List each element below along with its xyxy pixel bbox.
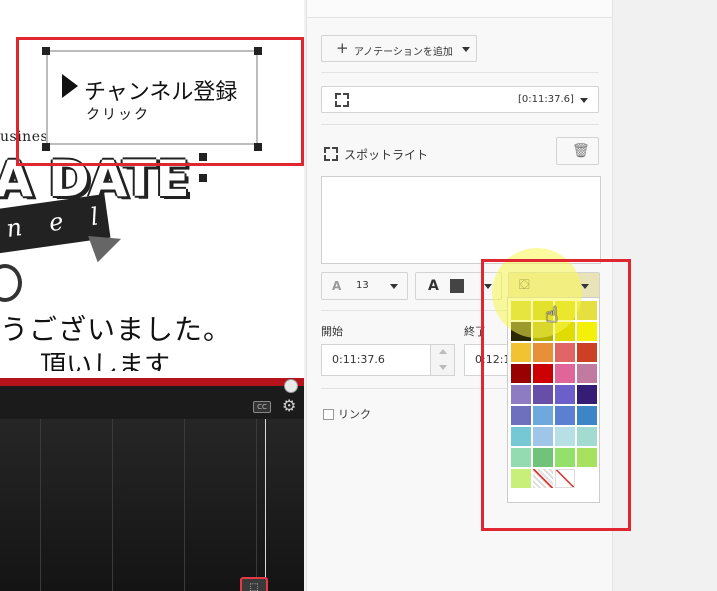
- gear-icon[interactable]: ⚙: [282, 396, 296, 415]
- spotlight-icon: [324, 147, 338, 161]
- add-annotation-button[interactable]: + アノテーションを追加: [321, 35, 477, 62]
- start-time-stepper[interactable]: [431, 344, 455, 376]
- cc-icon[interactable]: CC: [253, 401, 271, 413]
- video-red-strip: [0, 378, 304, 386]
- highlight-frame-palette: [481, 259, 631, 531]
- chevron-down-icon: [580, 98, 588, 103]
- divider: [321, 124, 599, 125]
- spotlight-icon[interactable]: ⬚: [240, 577, 268, 591]
- font-size-select[interactable]: A 13: [321, 272, 408, 300]
- font-size-icon: A: [332, 279, 342, 293]
- delete-button[interactable]: 🗑: [556, 137, 599, 165]
- annotation-text-area[interactable]: [321, 176, 601, 264]
- plus-icon: +: [336, 39, 349, 57]
- annotation-type-select[interactable]: [0:11:37.6]: [321, 86, 599, 113]
- stepper-up-icon[interactable]: [439, 349, 447, 354]
- text-color-icon: A: [428, 278, 439, 294]
- spotlight-icon: [335, 93, 349, 107]
- link-checkbox[interactable]: [323, 409, 334, 420]
- video-promo-request: 頂いします: [40, 351, 171, 371]
- scrubber-handle[interactable]: [284, 379, 298, 393]
- timeline-gridline: [256, 419, 257, 591]
- panel-header-strip: [307, 0, 612, 18]
- start-label: 開始: [321, 325, 343, 338]
- font-size-value: 13: [356, 280, 369, 291]
- start-time-input[interactable]: 0:11:37.6: [321, 344, 431, 376]
- stepper-down-icon[interactable]: [439, 365, 447, 370]
- annotation-timeline[interactable]: ⬚: [0, 419, 304, 591]
- timeline-playhead[interactable]: [265, 419, 266, 591]
- highlight-frame-annotation: [16, 37, 304, 166]
- video-promo-thanks: うございました。: [0, 313, 233, 346]
- timeline-gridline: [184, 419, 185, 591]
- trash-icon: 🗑: [572, 143, 590, 159]
- timeline-gridline: [40, 419, 41, 591]
- annotation-time-range: [0:11:37.6]: [518, 94, 574, 105]
- chevron-down-icon: [462, 47, 470, 52]
- text-color-swatch: [450, 279, 464, 293]
- move-handle[interactable]: [199, 174, 207, 182]
- video-top-margin: [0, 0, 304, 34]
- link-label: リンク: [338, 408, 371, 421]
- divider: [321, 72, 599, 73]
- add-annotation-label: アノテーションを追加: [354, 47, 453, 58]
- chevron-down-icon: [390, 284, 398, 289]
- annotation-type-label: スポットライト: [344, 148, 429, 162]
- timeline-gridline: [112, 419, 113, 591]
- video-promo-circle: [0, 264, 22, 302]
